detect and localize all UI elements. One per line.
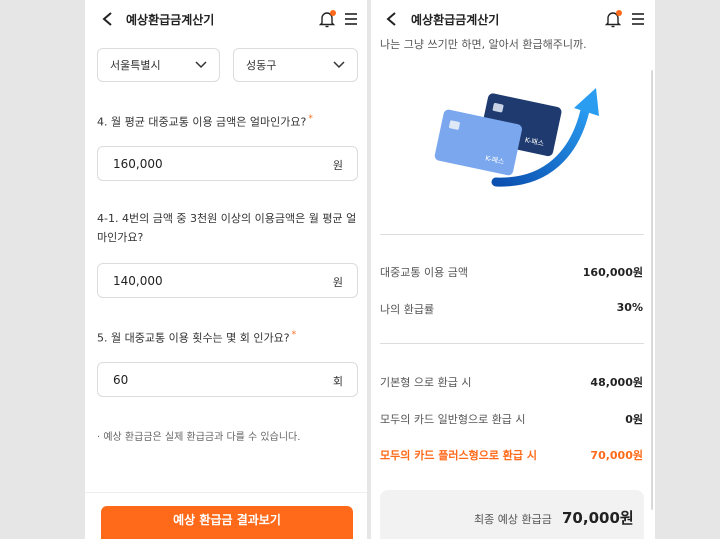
notification-dot <box>330 10 336 16</box>
final-refund-label: 최종 예상 환급금 <box>474 513 552 526</box>
header: 예상환급금계산기 <box>371 0 655 38</box>
kpass-cards-illustration: K-패스 K-패스 <box>434 88 599 187</box>
hamburger-menu-icon[interactable] <box>631 12 645 26</box>
district-select[interactable]: 성동구 <box>233 48 358 82</box>
over-3000-amount-input[interactable]: 140,000 원 <box>97 263 358 298</box>
view-result-button[interactable]: 예상 환급금 결과보기 <box>101 506 353 539</box>
city-select[interactable]: 서울특별시 <box>97 48 220 82</box>
hamburger-menu-icon[interactable] <box>344 12 358 26</box>
plus-card-refund-label: 모두의 카드 플러스형으로 환급 시 <box>380 449 537 462</box>
over-3000-amount-value: 140,000 <box>113 274 163 288</box>
city-select-value: 서울특별시 <box>110 59 161 72</box>
unit-label: 원 <box>332 159 343 172</box>
district-select-value: 성동구 <box>246 59 277 72</box>
chevron-down-icon <box>195 61 207 69</box>
page-title: 예상환급금계산기 <box>126 13 215 27</box>
usage-amount-value: 160,000원 <box>582 266 643 279</box>
disclaimer-note: · 예상 환급금은 실제 환급금과 다를 수 있습니다. <box>97 432 301 443</box>
final-refund-box: 최종 예상 환급금 70,000원 <box>380 490 644 539</box>
general-card-refund-value: 0원 <box>625 413 643 426</box>
chevron-down-icon <box>333 61 345 69</box>
result-panel: 예상환급금계산기 나는 그냥 쓰기만 하면, 알아서 환급해주니까. K-패스 <box>371 0 655 539</box>
usage-amount-label: 대중교통 이용 금액 <box>380 266 468 279</box>
basic-refund-label: 기본형 으로 환급 시 <box>380 376 472 389</box>
basic-refund-value: 48,000원 <box>590 376 643 389</box>
back-arrow-icon[interactable] <box>101 11 115 27</box>
intro-text: 나는 그냥 쓰기만 하면, 알아서 환급해주니까. <box>380 38 587 51</box>
unit-label: 회 <box>332 375 343 388</box>
divider <box>380 234 644 235</box>
back-arrow-icon[interactable] <box>385 11 399 27</box>
question-4-1-label: 4-1. 4번의 금액 중 3천원 이상의 이용금액은 월 평균 얼 마인가요? <box>97 212 357 244</box>
question-5-label: 5. 월 대중교통 이용 횟수는 몇 회 인가요? * <box>97 330 297 345</box>
monthly-amount-value: 160,000 <box>113 157 163 171</box>
refund-rate-label: 나의 환급률 <box>380 303 435 316</box>
final-refund-value: 70,000원 <box>562 509 634 527</box>
required-mark: * <box>308 114 313 124</box>
calculator-form-panel: 예상환급금계산기 서울특별시 성동구 4. 월 평균 대중교통 이용 금액은 얼… <box>85 0 367 539</box>
monthly-amount-input[interactable]: 160,000 원 <box>97 146 358 181</box>
monthly-count-input[interactable]: 60 회 <box>97 362 358 397</box>
notification-dot <box>616 10 622 16</box>
page-title: 예상환급금계산기 <box>411 13 500 27</box>
general-card-refund-label: 모두의 카드 일반형으로 환급 시 <box>380 413 526 426</box>
plus-card-refund-value: 70,000원 <box>590 449 643 462</box>
header: 예상환급금계산기 <box>85 0 367 38</box>
unit-label: 원 <box>332 276 343 289</box>
monthly-count-value: 60 <box>113 373 129 387</box>
question-4-label: 4. 월 평균 대중교통 이용 금액은 얼마인가요? * <box>97 114 313 129</box>
scrollbar[interactable] <box>651 70 653 510</box>
divider <box>380 343 644 344</box>
required-mark: * <box>291 330 297 340</box>
refund-rate-value: 30% <box>616 301 643 314</box>
